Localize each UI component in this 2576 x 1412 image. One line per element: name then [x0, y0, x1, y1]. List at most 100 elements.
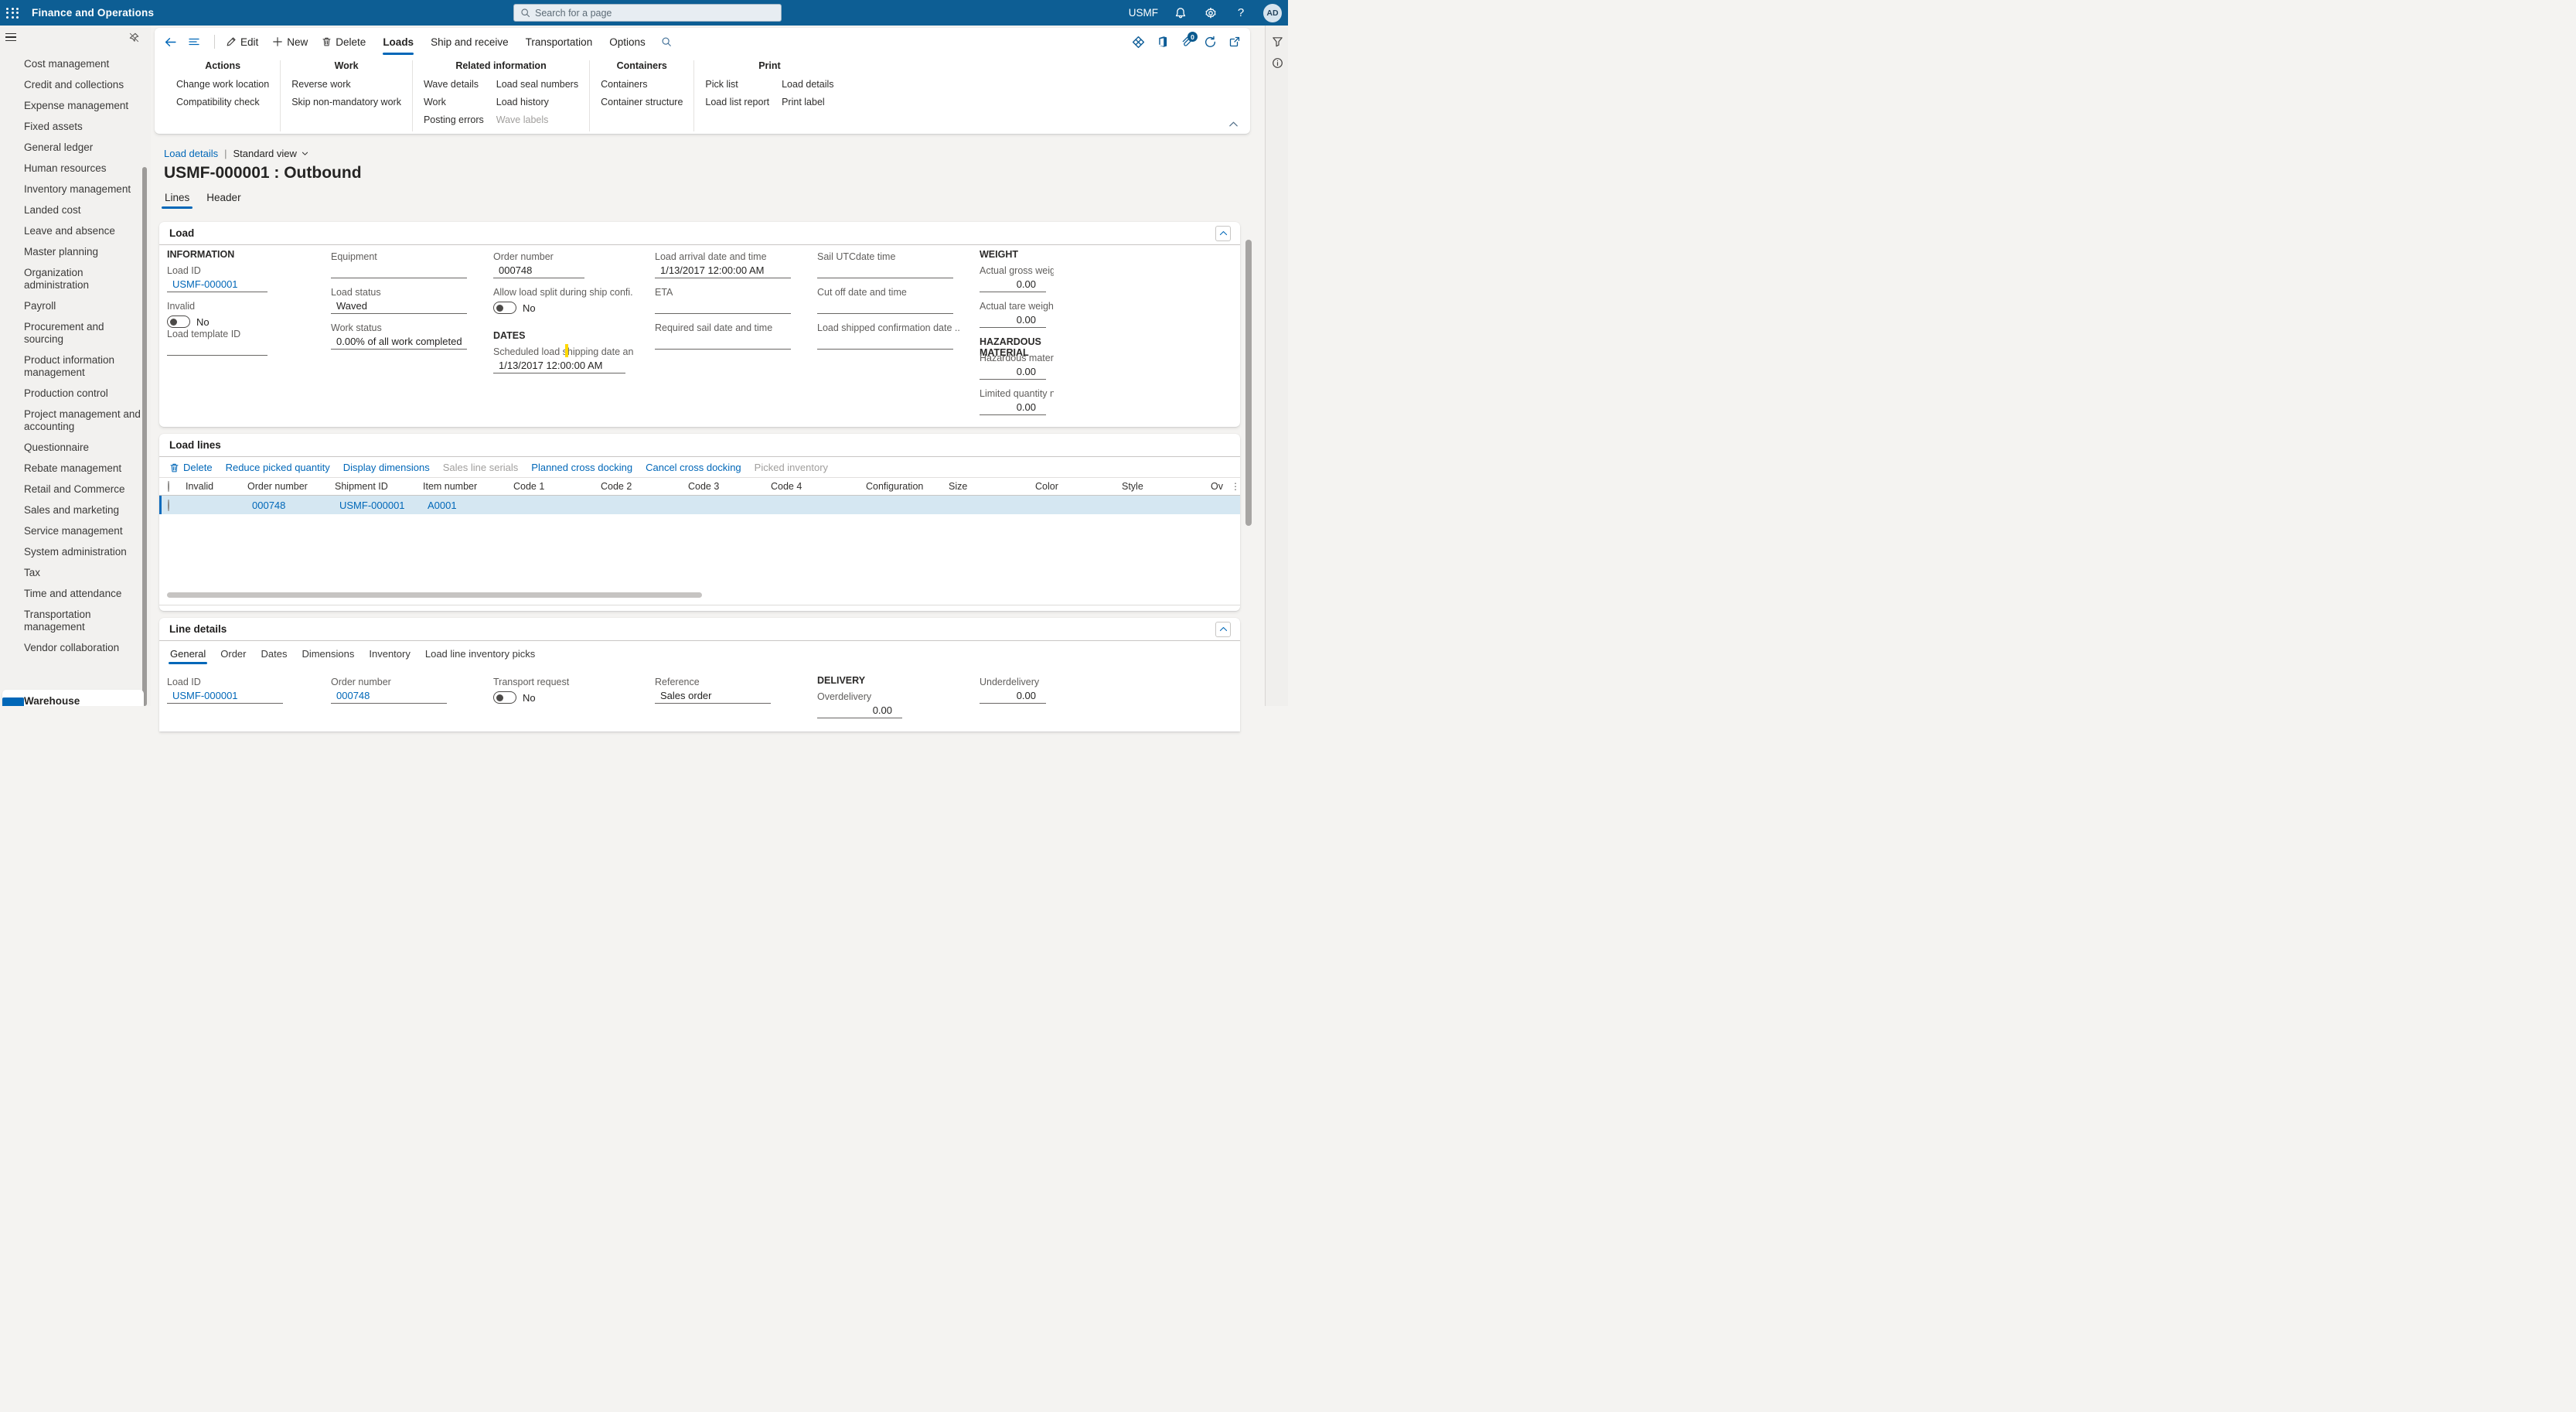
- menu-item-container-structure[interactable]: Container structure: [601, 96, 683, 108]
- menu-item-load-seal-numbers[interactable]: Load seal numbers: [496, 78, 578, 90]
- menu-item-containers[interactable]: Containers: [601, 78, 683, 90]
- select-all-radio[interactable]: [159, 481, 182, 492]
- menu-item-load-history[interactable]: Load history: [496, 96, 578, 108]
- sidebar-item-credit-and-collections[interactable]: Credit and collections: [24, 74, 143, 95]
- tab-header[interactable]: Header: [206, 192, 240, 209]
- line-details-collapse-icon[interactable]: [1215, 622, 1231, 637]
- sidebar-item-product-information-management[interactable]: Product information management: [24, 350, 143, 383]
- link-shipment-id[interactable]: USMF-000001: [335, 500, 405, 511]
- menu-item-print-label[interactable]: Print label: [782, 96, 833, 108]
- column-header-code-1[interactable]: Code 1: [510, 481, 598, 492]
- column-header-order-number[interactable]: Order number: [244, 481, 332, 492]
- link-item-number[interactable]: A0001: [423, 500, 457, 511]
- actionpane-search-icon[interactable]: [661, 36, 672, 47]
- sidebar-item-rebate-management[interactable]: Rebate management: [24, 458, 143, 479]
- sidebar-item-warehouse-management[interactable]: Warehouse management: [2, 690, 144, 706]
- sidebar-item-tax[interactable]: Tax: [24, 562, 143, 583]
- help-icon[interactable]: ?: [1233, 5, 1249, 21]
- menu-item-load-details[interactable]: Load details: [782, 78, 833, 90]
- sidebar-unpin-icon[interactable]: [128, 32, 140, 43]
- menu-item-posting-errors[interactable]: Posting errors: [424, 114, 484, 126]
- sidebar-item-sales-and-marketing[interactable]: Sales and marketing: [24, 500, 143, 520]
- sidebar-item-expense-management[interactable]: Expense management: [24, 95, 143, 116]
- menu-item-work[interactable]: Work: [424, 96, 484, 108]
- row-radio[interactable]: [159, 500, 182, 511]
- field-value[interactable]: 000748: [331, 689, 447, 704]
- actionpane-tab-options[interactable]: Options: [609, 28, 646, 56]
- load-collapse-icon[interactable]: [1215, 226, 1231, 241]
- sidebar-item-organization-administration[interactable]: Organization administration: [24, 262, 143, 295]
- sidebar-scrollbar[interactable]: [142, 167, 147, 706]
- column-header-ov[interactable]: Ov: [1208, 481, 1231, 492]
- sidebar-item-payroll[interactable]: Payroll: [24, 295, 143, 316]
- company-selector[interactable]: USMF: [1129, 7, 1158, 19]
- sidebar-item-master-planning[interactable]: Master planning: [24, 241, 143, 262]
- filter-icon[interactable]: [1266, 30, 1289, 52]
- toolbar-planned-cross-docking[interactable]: Planned cross docking: [531, 462, 632, 473]
- toggle-switch[interactable]: [493, 302, 516, 314]
- view-selector[interactable]: Standard view: [233, 148, 309, 159]
- linedetails-tab-dimensions[interactable]: Dimensions: [302, 648, 354, 664]
- linedetails-tab-order[interactable]: Order: [220, 648, 246, 664]
- more-options-icon[interactable]: ⋮: [1231, 485, 1245, 488]
- menu-item-wave-details[interactable]: Wave details: [424, 78, 484, 90]
- link-order-number[interactable]: 000748: [247, 500, 285, 511]
- menu-item-load-list-report[interactable]: Load list report: [705, 96, 769, 108]
- open-in-new-icon[interactable]: [1228, 36, 1241, 48]
- back-icon[interactable]: [164, 36, 177, 49]
- menu-item-change-work-location[interactable]: Change work location: [176, 78, 269, 90]
- sidebar-item-leave-and-absence[interactable]: Leave and absence: [24, 220, 143, 241]
- tab-lines[interactable]: Lines: [165, 192, 189, 209]
- menu-item-pick-list[interactable]: Pick list: [705, 78, 769, 90]
- sidebar-item-general-ledger[interactable]: General ledger: [24, 137, 143, 158]
- attachments-icon[interactable]: 0: [1180, 36, 1192, 48]
- column-header-code-2[interactable]: Code 2: [598, 481, 685, 492]
- bell-icon[interactable]: [1173, 5, 1188, 21]
- linedetails-tab-dates[interactable]: Dates: [261, 648, 287, 664]
- linedetails-tab-load-line-inventory-picks[interactable]: Load line inventory picks: [425, 648, 535, 664]
- column-header-style[interactable]: Style: [1119, 481, 1208, 492]
- toolbar-cancel-cross-docking[interactable]: Cancel cross docking: [646, 462, 741, 473]
- linedetails-tab-inventory[interactable]: Inventory: [369, 648, 410, 664]
- delete-button[interactable]: Delete: [322, 36, 366, 48]
- field-value[interactable]: USMF-000001: [167, 689, 283, 704]
- sidebar-item-cost-management[interactable]: Cost management: [24, 53, 143, 74]
- sidebar-item-retail-and-commerce[interactable]: Retail and Commerce: [24, 479, 143, 500]
- column-header-size[interactable]: Size: [946, 481, 1032, 492]
- office-icon[interactable]: [1157, 36, 1168, 48]
- actionpane-collapse-icon[interactable]: [1228, 118, 1239, 130]
- radio-icon[interactable]: [168, 500, 169, 511]
- toggle-switch[interactable]: [167, 315, 190, 328]
- edit-button[interactable]: Edit: [226, 36, 258, 48]
- column-header-shipment-id[interactable]: Shipment ID: [332, 481, 420, 492]
- column-header-color[interactable]: Color: [1032, 481, 1119, 492]
- toolbar-reduce-picked-quantity[interactable]: Reduce picked quantity: [226, 462, 330, 473]
- table-row[interactable]: 000748 USMF-000001 A0001: [159, 496, 1240, 514]
- refresh-icon[interactable]: [1204, 36, 1217, 49]
- actionpane-tab-loads[interactable]: Loads: [383, 28, 414, 56]
- actionpane-tab-ship-and-receive[interactable]: Ship and receive: [431, 28, 509, 56]
- sidebar-item-system-administration[interactable]: System administration: [24, 541, 143, 562]
- sidebar-item-procurement-and-sourcing[interactable]: Procurement and sourcing: [24, 316, 143, 350]
- menu-item-skip-non-mandatory-work[interactable]: Skip non-mandatory work: [291, 96, 401, 108]
- sidebar-item-fixed-assets[interactable]: Fixed assets: [24, 116, 143, 137]
- field-value[interactable]: USMF-000001: [167, 278, 267, 292]
- column-header-code-4[interactable]: Code 4: [768, 481, 863, 492]
- global-search-input[interactable]: Search for a page: [513, 4, 782, 22]
- toggle-switch[interactable]: [493, 691, 516, 704]
- sidebar-item-project-management-and-accounting[interactable]: Project management and accounting: [24, 404, 143, 437]
- sidebar-item-human-resources[interactable]: Human resources: [24, 158, 143, 179]
- sidebar-item-questionnaire[interactable]: Questionnaire: [24, 437, 143, 458]
- toolbar-delete[interactable]: Delete: [169, 462, 213, 473]
- grid-horizontal-scrollbar[interactable]: [167, 592, 702, 598]
- optimize-icon[interactable]: [1132, 36, 1145, 49]
- sidebar-item-time-and-attendance[interactable]: Time and attendance: [24, 583, 143, 604]
- column-header-invalid[interactable]: Invalid: [182, 481, 244, 492]
- sidebar-item-inventory-management[interactable]: Inventory management: [24, 179, 143, 200]
- column-header-code-3[interactable]: Code 3: [685, 481, 768, 492]
- breadcrumb[interactable]: Load details: [164, 148, 218, 159]
- sidebar-hamburger-icon[interactable]: [5, 31, 21, 43]
- sidebar-item-production-control[interactable]: Production control: [24, 383, 143, 404]
- sidebar-item-transportation-management[interactable]: Transportation management: [24, 604, 143, 637]
- radio-icon[interactable]: [168, 481, 169, 492]
